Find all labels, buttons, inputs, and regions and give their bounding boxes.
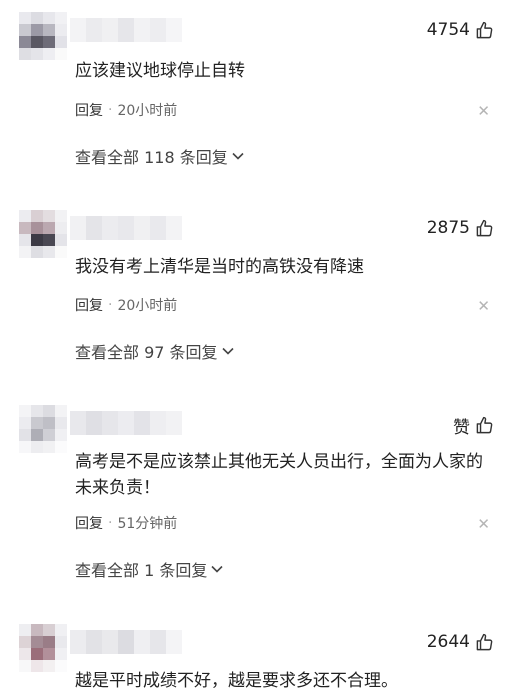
view-replies-button[interactable]: 查看全部 97 条回复	[75, 339, 234, 363]
timestamp: 20小时前	[117, 298, 178, 314]
like-count: 4754	[426, 20, 470, 40]
avatar[interactable]	[19, 405, 67, 453]
comment-text: 高考是不是应该禁止其他无关人员出行，全面为人家的未来负责！	[75, 452, 483, 498]
timestamp: 20小时前	[117, 103, 178, 119]
close-icon[interactable]: ✕	[477, 102, 490, 120]
like-count: 2644	[426, 632, 470, 652]
chevron-down-icon	[211, 565, 223, 573]
chevron-down-icon	[221, 347, 234, 355]
thumbs-up-icon	[476, 416, 493, 434]
view-replies-button[interactable]: 查看全部 1 条回复	[75, 557, 223, 581]
avatar[interactable]	[19, 210, 67, 258]
comment-text: 应该建议地球停止自转	[75, 61, 245, 81]
username-blurred[interactable]	[70, 18, 182, 42]
timestamp: 51分钟前	[117, 516, 178, 532]
comment-meta: 回复 · 51分钟前	[75, 513, 177, 533]
meta-separator: ·	[108, 515, 113, 531]
like-button[interactable]: 2875	[427, 218, 494, 238]
username-blurred[interactable]	[70, 630, 182, 654]
view-replies-label: 查看全部 97 条回复	[75, 343, 218, 362]
meta-separator: ·	[108, 297, 113, 313]
reply-button[interactable]: 回复	[75, 100, 103, 120]
like-count: 2875	[426, 218, 470, 238]
username-blurred[interactable]	[70, 216, 182, 240]
thumbs-up-icon	[476, 21, 493, 38]
reply-button[interactable]: 回复	[75, 295, 103, 315]
view-replies-button[interactable]: 查看全部 118 条回复	[75, 144, 244, 168]
username-blurred[interactable]	[70, 411, 182, 435]
view-replies-label: 查看全部 118 条回复	[75, 148, 228, 167]
meta-separator: ·	[108, 102, 113, 118]
like-button[interactable]: 4754	[427, 20, 494, 40]
like-button[interactable]: 2644	[427, 632, 494, 652]
like-count: 赞	[453, 418, 470, 438]
comment-text: 我没有考上清华是当时的高铁没有降速	[75, 257, 364, 277]
thumbs-up-icon	[476, 633, 493, 650]
reply-button[interactable]: 回复	[75, 513, 103, 533]
view-replies-label: 查看全部 1 条回复	[75, 561, 208, 580]
chevron-down-icon	[232, 152, 244, 160]
comment-meta: 回复 · 20小时前	[75, 295, 177, 315]
comment-meta: 回复 · 20小时前	[75, 100, 177, 120]
like-button[interactable]: 赞	[453, 413, 494, 438]
close-icon[interactable]: ✕	[477, 515, 490, 533]
comment-text: 越是平时成绩不好，越是要求多还不合理。	[75, 671, 398, 691]
thumbs-up-icon	[476, 219, 493, 236]
avatar[interactable]	[19, 12, 67, 60]
close-icon[interactable]: ✕	[477, 297, 490, 315]
avatar[interactable]	[19, 624, 67, 672]
